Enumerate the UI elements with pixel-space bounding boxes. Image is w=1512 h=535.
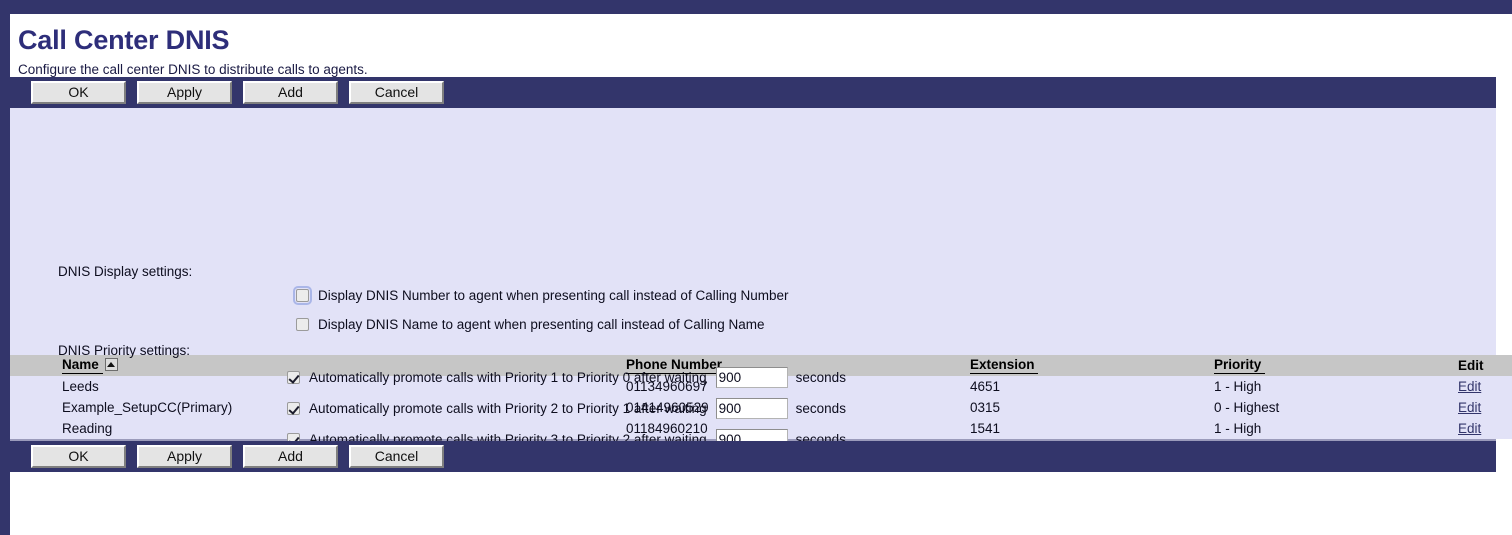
cell-priority: 1 - High (1214, 418, 1458, 440)
priority-rule-row-2[interactable]: Automatically promote calls with Priorit… (287, 398, 846, 420)
sort-ascending-icon[interactable] (104, 358, 118, 372)
cell-edit: Edit (1458, 397, 1512, 419)
cell-priority: 1 - High (1214, 376, 1458, 398)
application-frame: Call Center DNIS Configure the call cent… (0, 0, 1512, 535)
dnis-display-settings-label: DNIS Display settings: (58, 264, 193, 280)
cancel-button-bottom[interactable]: Cancel (349, 445, 444, 469)
column-header-edit-label: Edit (1458, 357, 1484, 373)
column-header-priority-label: Priority (1214, 357, 1262, 373)
settings-panel: DNIS Display settings: Display DNIS Numb… (10, 108, 1496, 451)
display-dnis-name-label: Display DNIS Name to agent when presenti… (318, 317, 765, 333)
display-dnis-name-row[interactable]: Display DNIS Name to agent when presenti… (296, 317, 764, 332)
apply-button-top[interactable]: Apply (137, 81, 232, 105)
display-dnis-number-label: Display DNIS Number to agent when presen… (318, 288, 789, 304)
cell-extension: 4651 (970, 376, 1214, 398)
top-button-bar: OK Apply Add Cancel (10, 77, 1496, 109)
priority-rule-1-unit: seconds (795, 370, 846, 386)
add-button-bottom[interactable]: Add (243, 445, 338, 469)
column-header-extension-label: Extension (970, 357, 1035, 373)
ok-button-bottom[interactable]: OK (31, 445, 126, 469)
column-header-extension[interactable]: Extension (970, 355, 1214, 377)
edit-link[interactable]: Edit (1458, 400, 1481, 415)
frame-left-bar (0, 0, 10, 535)
priority-rule-1-label: Automatically promote calls with Priorit… (309, 370, 707, 386)
priority-rule-2-checkbox[interactable] (287, 402, 300, 416)
page-title: Call Center DNIS (18, 25, 230, 55)
page-header: Call Center DNIS Configure the call cent… (10, 14, 1496, 78)
display-dnis-name-checkbox[interactable] (296, 318, 309, 332)
column-header-priority[interactable]: Priority (1214, 355, 1458, 377)
display-dnis-number-row[interactable]: Display DNIS Number to agent when presen… (293, 286, 789, 306)
bottom-button-bar: OK Apply Add Cancel (10, 441, 1496, 473)
column-header-edit: Edit (1458, 355, 1512, 377)
dnis-priority-settings-label: DNIS Priority settings: (58, 343, 191, 359)
page-subtitle: Configure the call center DNIS to distri… (18, 62, 368, 78)
priority-rule-row-1[interactable]: Automatically promote calls with Priorit… (287, 367, 846, 389)
cell-priority: 0 - Highest (1214, 397, 1458, 419)
priority-rule-2-seconds-input[interactable] (715, 398, 788, 420)
cancel-button-top[interactable]: Cancel (349, 81, 444, 105)
ok-button-top[interactable]: OK (31, 81, 126, 105)
cell-extension: 0315 (970, 397, 1214, 419)
edit-link[interactable]: Edit (1458, 421, 1481, 436)
page-content: Call Center DNIS Configure the call cent… (10, 14, 1512, 535)
edit-link[interactable]: Edit (1458, 379, 1481, 394)
add-button-top[interactable]: Add (243, 81, 338, 105)
cell-extension: 1541 (970, 418, 1214, 440)
priority-rule-2-label: Automatically promote calls with Priorit… (309, 401, 707, 417)
cell-edit: Edit (1458, 376, 1512, 398)
apply-button-bottom[interactable]: Apply (137, 445, 232, 469)
priority-rule-1-checkbox[interactable] (287, 371, 300, 385)
display-dnis-number-checkbox[interactable] (293, 286, 312, 306)
cell-edit: Edit (1458, 418, 1512, 440)
column-header-name-label: Name (62, 357, 99, 373)
frame-top-bar (0, 0, 1512, 14)
priority-rule-1-seconds-input[interactable] (715, 367, 788, 389)
priority-rule-2-unit: seconds (795, 401, 846, 417)
